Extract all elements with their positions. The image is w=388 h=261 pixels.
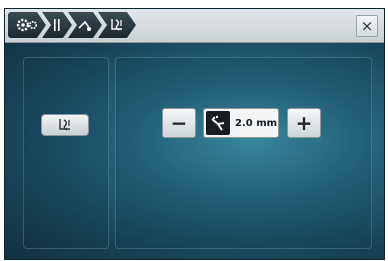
stitch-mode-button[interactable] [41, 114, 89, 136]
needle-thread-icon [77, 17, 93, 33]
breadcrumb-needle[interactable] [68, 12, 102, 38]
toolbar: × [5, 9, 384, 43]
plus-icon: + [295, 111, 313, 135]
breadcrumb-settings[interactable] [8, 12, 46, 38]
presser-foot-pressure-icon [206, 111, 230, 135]
breadcrumb-pause[interactable] [42, 12, 72, 38]
close-button[interactable]: × [356, 15, 378, 37]
value-display: 2.0 mm [203, 108, 279, 138]
increase-button[interactable]: + [287, 108, 321, 138]
decrease-button[interactable]: − [162, 108, 196, 138]
right-panel [115, 57, 372, 249]
pause-bars-icon [51, 17, 63, 33]
main-content [5, 43, 384, 259]
stitch-guide-icon [59, 119, 70, 131]
breadcrumb-stitch-guide[interactable] [98, 12, 136, 38]
settings-gears-icon [15, 17, 39, 33]
value-text: 2.0 mm [235, 117, 278, 129]
dialog-window: × − 2.0 mm + [4, 8, 385, 260]
left-panel [23, 57, 109, 249]
minus-icon: − [170, 111, 188, 135]
close-icon: × [360, 16, 374, 35]
stitch-guide-icon [108, 17, 126, 33]
